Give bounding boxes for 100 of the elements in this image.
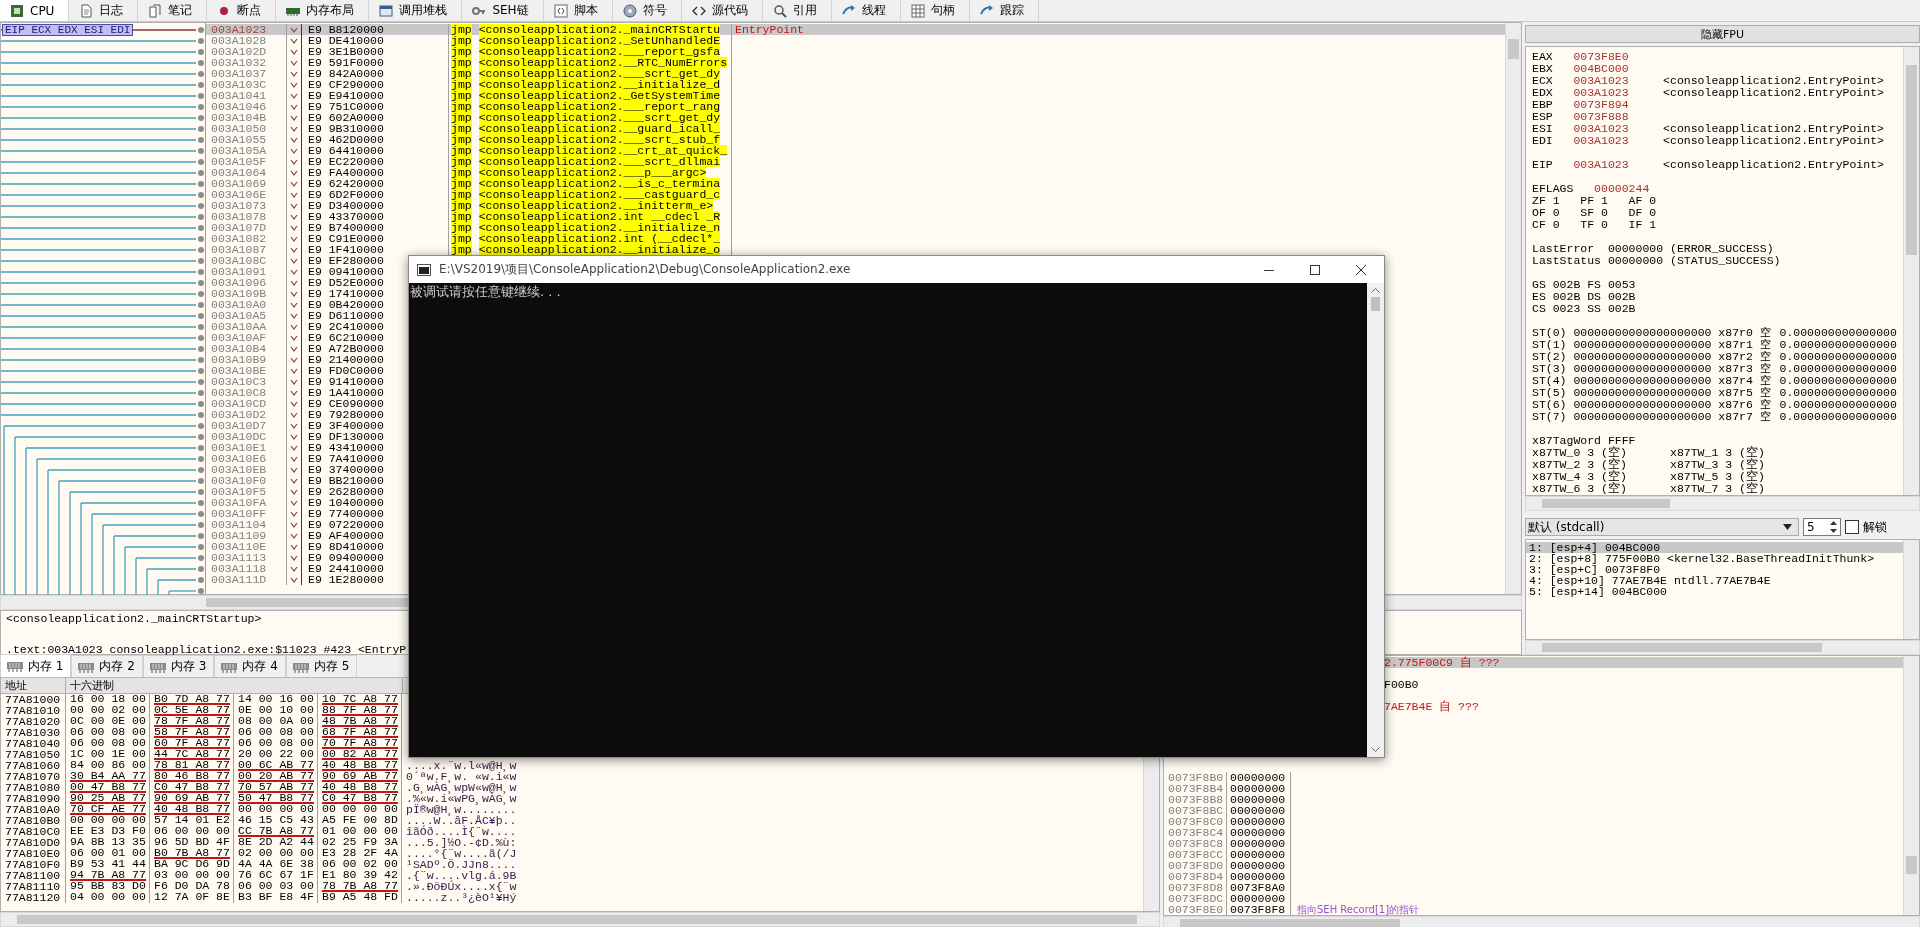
register-value[interactable]: 00000000000000000000 xyxy=(1573,375,1719,387)
code-address[interactable]: 003A10FF xyxy=(211,507,267,520)
tab[interactable]: 源代码 xyxy=(681,0,763,21)
vertical-scrollbar[interactable] xyxy=(1903,47,1919,495)
code-address[interactable]: 003A10E1 xyxy=(211,441,267,454)
code-address[interactable]: 003A10DC xyxy=(211,430,267,443)
register-value[interactable]: 00000000000000000000 xyxy=(1573,327,1719,339)
code-address[interactable]: 003A1023 xyxy=(211,23,267,36)
memory-tab[interactable]: 内存 4 xyxy=(214,655,286,677)
code-address[interactable]: 003A1050 xyxy=(211,122,267,135)
flag-value[interactable]: 0 xyxy=(1552,206,1560,219)
argument-row[interactable]: 4: [esp+10] 77AE7B4E ntdll.77AE7B4E xyxy=(1526,575,1903,586)
register-value[interactable]: 3 (空) xyxy=(1725,470,1765,483)
code-address[interactable]: 003A10B4 xyxy=(211,342,267,355)
vertical-scrollbar[interactable] xyxy=(1505,23,1521,594)
register-value[interactable]: 3 (空) xyxy=(1587,458,1627,471)
tab[interactable]: 句柄 xyxy=(900,0,970,21)
register-value[interactable]: 003A1023 xyxy=(1573,123,1664,135)
memory-tab[interactable]: 内存 5 xyxy=(285,655,358,677)
code-address[interactable]: 003A1118 xyxy=(211,562,267,575)
tab[interactable]: 断点 xyxy=(207,0,277,21)
code-address[interactable]: 003A10AA xyxy=(211,320,267,333)
stack-row[interactable]: 2.775F00C9 自 ??? xyxy=(1384,657,1903,668)
memory-tab[interactable]: 内存 2 xyxy=(71,655,143,677)
code-address[interactable]: 003A105A xyxy=(211,144,267,157)
code-address[interactable]: 003A104B xyxy=(211,111,267,124)
code-address[interactable]: 003A102D xyxy=(211,45,267,58)
tab[interactable]: 内存布局 xyxy=(276,0,370,21)
horizontal-scrollbar[interactable] xyxy=(1163,916,1920,927)
code-address[interactable]: 003A109B xyxy=(211,287,267,300)
code-address[interactable]: 003A10FA xyxy=(211,496,267,509)
tab[interactable]: CPU xyxy=(0,0,70,21)
flag-value[interactable]: 1 xyxy=(1552,194,1560,207)
register-value[interactable]: 0053 xyxy=(1607,278,1636,291)
code-address[interactable]: 003A10F0 xyxy=(211,474,267,487)
code-address[interactable]: 003A10D2 xyxy=(211,408,267,421)
flag-value[interactable]: 0 xyxy=(1649,194,1657,207)
code-address[interactable]: 003A10BE xyxy=(211,364,267,377)
register-value[interactable]: 3 (空) xyxy=(1587,482,1627,495)
code-address[interactable]: 003A1046 xyxy=(211,100,267,113)
code-address[interactable]: 003A1082 xyxy=(211,232,267,245)
calling-convention-dropdown[interactable]: 默认 (stdcall) xyxy=(1525,518,1799,536)
code-address[interactable]: 003A1055 xyxy=(211,133,267,146)
register-value[interactable]: 3 (空) xyxy=(1725,482,1765,495)
register-value[interactable]: 00000244 xyxy=(1594,183,1650,195)
register-value[interactable]: 003A1023 xyxy=(1573,87,1664,99)
code-address[interactable]: 003A1096 xyxy=(211,276,267,289)
register-value[interactable]: 00000000000000000000 xyxy=(1573,411,1719,423)
code-address[interactable]: 003A10D7 xyxy=(211,419,267,432)
code-address[interactable]: 003A10A0 xyxy=(211,298,267,311)
code-address[interactable]: 003A1109 xyxy=(211,529,267,542)
register-value[interactable]: 0073F894 xyxy=(1573,99,1664,111)
column-header[interactable]: 十六进制 xyxy=(70,679,114,692)
code-address[interactable]: 003A1032 xyxy=(211,56,267,69)
register-value[interactable]: 3 (空) xyxy=(1725,446,1765,459)
vertical-scrollbar[interactable] xyxy=(1903,540,1919,639)
code-address[interactable]: 003A10F5 xyxy=(211,485,267,498)
code-address[interactable]: 003A10C3 xyxy=(211,375,267,388)
register-value[interactable]: 0073F888 xyxy=(1573,111,1664,123)
horizontal-scrollbar[interactable] xyxy=(1525,640,1920,655)
caret-down-icon[interactable] xyxy=(1371,747,1380,753)
register-value[interactable]: 00000000 xyxy=(1607,243,1670,255)
tab[interactable]: 调用堆栈 xyxy=(369,0,463,21)
code-address[interactable]: 003A1064 xyxy=(211,166,267,179)
code-address[interactable]: 003A1087 xyxy=(211,243,267,256)
argument-count-field[interactable]: 5 xyxy=(1803,518,1841,536)
vertical-scrollbar[interactable] xyxy=(1903,656,1919,915)
code-address[interactable]: 003A10CD xyxy=(211,397,267,410)
code-address[interactable]: 003A111D xyxy=(211,573,267,586)
code-address[interactable]: 003A10EB xyxy=(211,463,267,476)
register-value[interactable]: 003A1023 xyxy=(1573,75,1664,87)
hide-fpu-button[interactable]: 隐藏FPU xyxy=(1525,25,1920,43)
argument-row[interactable]: 3: [esp+C] 0073F8F0 xyxy=(1526,564,1903,575)
unlock-checkbox[interactable] xyxy=(1845,520,1859,534)
memory-tab[interactable]: 内存 1 xyxy=(0,654,72,677)
argument-row[interactable]: 1: [esp+4] 004BC000 xyxy=(1526,542,1903,553)
flag-value[interactable]: 0 xyxy=(1649,206,1657,219)
register-value[interactable]: 002B xyxy=(1552,278,1581,291)
code-address[interactable]: 003A105F xyxy=(211,155,267,168)
code-address[interactable]: 003A10A5 xyxy=(211,309,267,322)
argument-row[interactable]: 5: [esp+14] 004BC000 xyxy=(1526,586,1903,597)
memory-tab[interactable]: 内存 3 xyxy=(142,655,215,677)
code-address[interactable]: 003A10B9 xyxy=(211,353,267,366)
register-value[interactable]: 00000000000000000000 xyxy=(1573,363,1719,375)
tab[interactable]: 引用 xyxy=(762,0,832,21)
horizontal-scrollbar[interactable] xyxy=(1525,496,1920,511)
stack-row[interactable]: F00B0 xyxy=(1384,679,1903,690)
code-address[interactable]: 003A108C xyxy=(211,254,267,267)
code-address[interactable]: 003A1069 xyxy=(211,177,267,190)
code-address[interactable]: 003A10E6 xyxy=(211,452,267,465)
tab[interactable]: SEH链 xyxy=(462,0,544,21)
code-address[interactable]: 003A107D xyxy=(211,221,267,234)
tab[interactable]: 线程 xyxy=(831,0,901,21)
scrollbar-thumb[interactable] xyxy=(1371,297,1380,311)
code-address[interactable]: 003A1073 xyxy=(211,199,267,212)
code-address[interactable]: 003A10C8 xyxy=(211,386,267,399)
code-address[interactable]: 003A1028 xyxy=(211,34,267,47)
register-value[interactable]: 3 (空) xyxy=(1587,470,1627,483)
register-value[interactable]: 002B xyxy=(1607,302,1636,315)
stack-row[interactable]: 7AE7B4E 自 ??? xyxy=(1384,701,1903,712)
